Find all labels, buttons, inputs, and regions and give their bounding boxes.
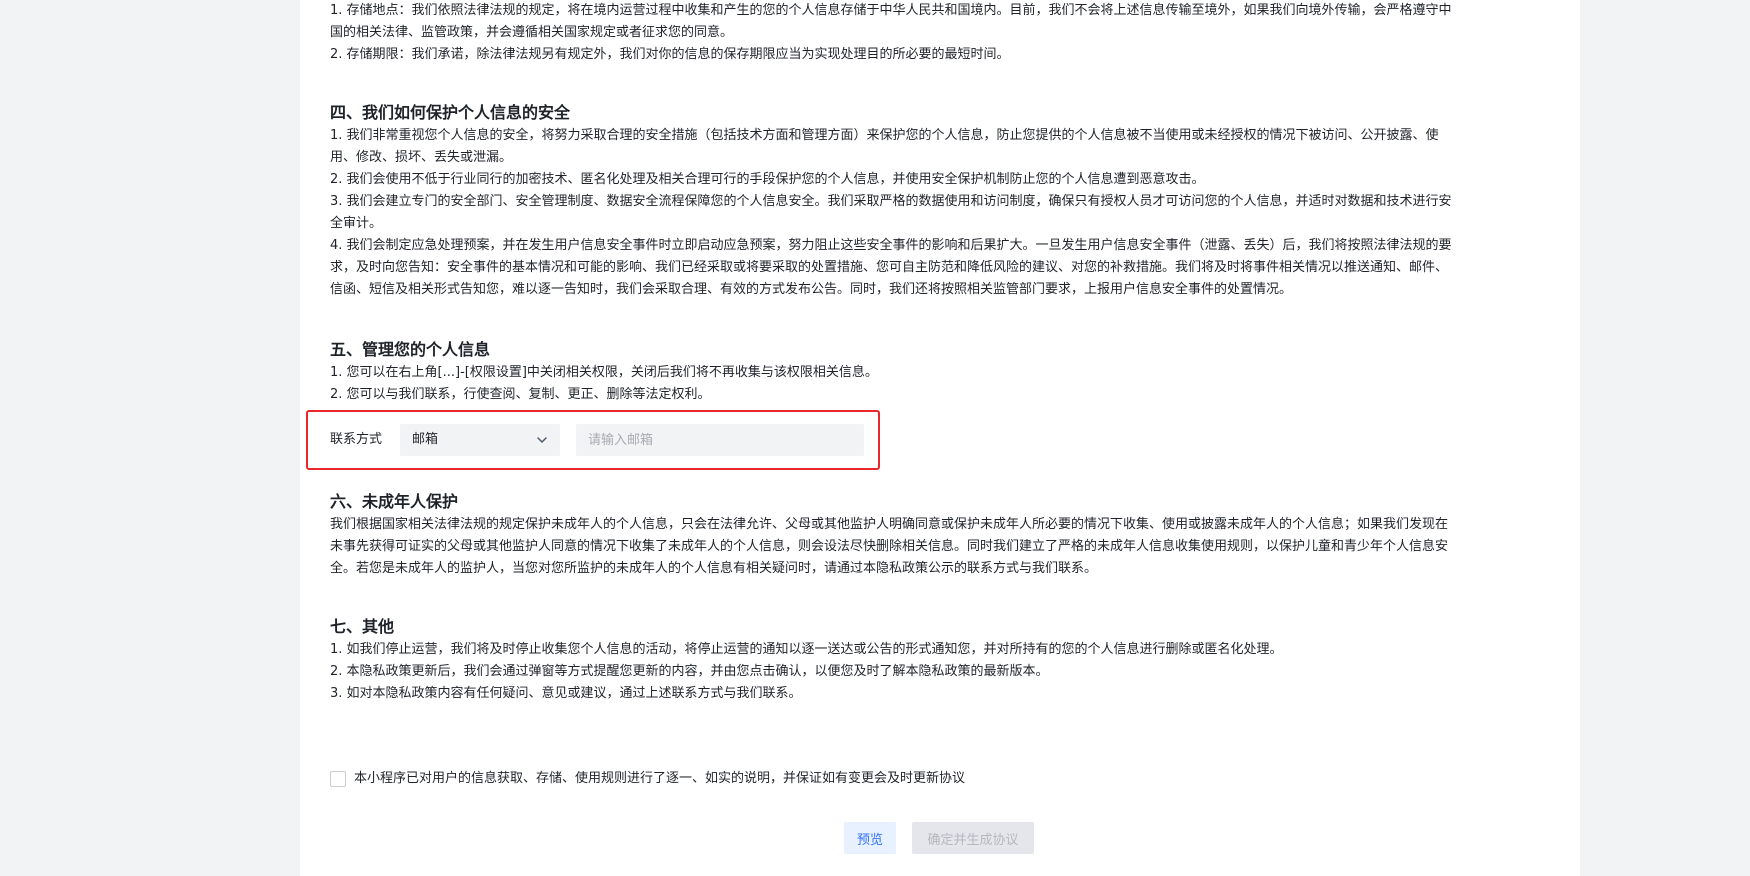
email-input[interactable] <box>576 424 864 456</box>
manage-section: 五、管理您的个人信息 1. 您可以在右上角[...]-[权限设置]中关闭相关权限… <box>330 338 878 406</box>
contact-type-select[interactable]: 邮箱 <box>400 424 560 456</box>
paragraph-line: 全审计。 <box>330 216 383 231</box>
contact-method-label: 联系方式 <box>330 432 383 447</box>
paragraph-line: 3. 我们会建立专门的安全部门、安全管理制度、数据安全流程保障您的个人信息安全。… <box>330 194 1452 209</box>
confirm-generate-button[interactable]: 确定并生成协议 <box>912 822 1034 854</box>
paragraph-line: 1. 存储地点：我们依照法律法规的规定，将在境内运营过程中收集和产生的您的个人信… <box>330 3 1452 18</box>
other-section: 七、其他 1. 如我们停止运营，我们将及时停止收集您个人信息的活动，将停止运营的… <box>330 615 1283 705</box>
agreement-text: 本小程序已对用户的信息获取、存储、使用规则进行了逐一、如实的说明，并保证如有变更… <box>354 771 966 786</box>
paragraph-line: 2. 我们会使用不低于行业同行的加密技术、匿名化处理及相关合理可行的手段保护您的… <box>330 172 1205 187</box>
paragraph-line: 3. 如对本隐私政策内容有任何疑问、意见或建议，通过上述联系方式与我们联系。 <box>330 686 802 701</box>
security-section: 四、我们如何保护个人信息的安全 1. 我们非常重视您个人信息的安全，将努力采取合… <box>330 101 1452 301</box>
chevron-down-icon <box>537 437 547 443</box>
paragraph-line: 4. 我们会制定应急处理预案，并在发生用户信息安全事件时立即启动应急预案，努力阻… <box>330 238 1452 253</box>
paragraph-line: 2. 您可以与我们联系，行使查阅、复制、更正、删除等法定权利。 <box>330 387 711 402</box>
preview-button[interactable]: 预览 <box>844 822 896 854</box>
paragraph-line: 1. 您可以在右上角[...]-[权限设置]中关闭相关权限，关闭后我们将不再收集… <box>330 365 878 380</box>
section-title: 六、未成年人保护 <box>330 492 459 511</box>
paragraph-line: 1. 我们非常重视您个人信息的安全，将努力采取合理的安全措施（包括技术方面和管理… <box>330 128 1439 143</box>
section-title: 五、管理您的个人信息 <box>330 340 491 359</box>
minor-section: 六、未成年人保护 我们根据国家相关法律法规的规定保护未成年人的个人信息，只会在法… <box>330 490 1448 580</box>
section-title: 七、其他 <box>330 617 395 636</box>
paragraph-line: 我们根据国家相关法律法规的规定保护未成年人的个人信息，只会在法律允许、父母或其他… <box>330 517 1449 532</box>
paragraph-line: 信函、短信及相关形式告知您，难以逐一告知时，我们会采取合理、有效的方式发布公告。… <box>330 282 1293 297</box>
contact-type-value: 邮箱 <box>412 432 439 447</box>
storage-section: 1. 存储地点：我们依照法律法规的规定，将在境内运营过程中收集和产生的您的个人信… <box>330 0 1452 66</box>
paragraph-line: 国的相关法律、监管政策，并会遵循相关国家规定或者征求您的同意。 <box>330 25 734 40</box>
policy-page: 1. 存储地点：我们依照法律法规的规定，将在境内运营过程中收集和产生的您的个人信… <box>300 0 1580 876</box>
paragraph-line: 未事先获得可证实的父母或其他监护人同意的情况下收集了未成年人的个人信息，则会设法… <box>330 539 1449 554</box>
paragraph-line: 用、修改、损坏、丢失或泄漏。 <box>330 150 513 165</box>
paragraph-line: 1. 如我们停止运营，我们将及时停止收集您个人信息的活动，将停止运营的通知以逐一… <box>330 642 1283 657</box>
agreement-row[interactable]: 本小程序已对用户的信息获取、存储、使用规则进行了逐一、如实的说明，并保证如有变更… <box>330 768 965 790</box>
agreement-checkbox[interactable] <box>330 771 346 787</box>
section-title: 四、我们如何保护个人信息的安全 <box>330 103 571 122</box>
contact-method-box: 联系方式 邮箱 <box>306 410 880 470</box>
paragraph-line: 2. 存储期限：我们承诺，除法律法规另有规定外，我们对你的信息的保存期限应当为实… <box>330 47 1010 62</box>
paragraph-line: 全。若您是未成年人的监护人，当您对您所监护的未成年人的个人信息有相关疑问时，请通… <box>330 561 1098 576</box>
paragraph-line: 2. 本隐私政策更新后，我们会通过弹窗等方式提醒您更新的内容，并由您点击确认，以… <box>330 664 1049 679</box>
paragraph-line: 求，及时向您告知：安全事件的基本情况和可能的影响、我们已经采取或将要采取的处置措… <box>330 260 1449 275</box>
